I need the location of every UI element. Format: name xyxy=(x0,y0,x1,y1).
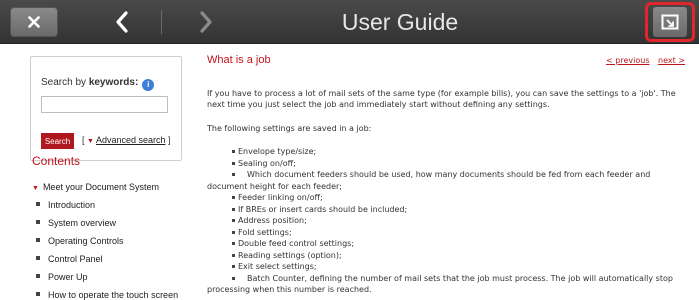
close-x-icon xyxy=(28,16,40,28)
toc-label: How to operate the touch screen xyxy=(48,290,179,300)
open-in-window-button[interactable] xyxy=(653,7,687,37)
bullet-icon xyxy=(36,238,40,242)
toc-item-power-up[interactable]: Power Up xyxy=(32,268,192,286)
pager: < previous next > xyxy=(600,56,685,65)
sidebar: Search by keywords: i Search [ ▼ Advanced… xyxy=(0,44,195,300)
toc-item-introduction[interactable]: Introduction xyxy=(32,196,192,214)
chevron-left-icon xyxy=(116,11,128,33)
back-button[interactable] xyxy=(104,4,140,40)
triangle-down-icon: ▼ xyxy=(87,138,94,145)
main-content: What is a job < previous next > If you h… xyxy=(207,54,685,300)
list-item: Feeder linking on/off; xyxy=(207,192,685,204)
bracket-close: ] xyxy=(168,135,171,145)
toc-label: Introduction xyxy=(48,200,96,210)
list-item: Reading settings (option); xyxy=(207,250,685,262)
list-item: Fold settings; xyxy=(207,227,685,239)
toc-label: Control Panel xyxy=(48,254,103,264)
bullet-icon xyxy=(36,256,40,260)
list-item: Address position; xyxy=(207,215,685,227)
bullet-icon xyxy=(36,202,40,206)
settings-intro: The following settings are saved in a jo… xyxy=(207,124,372,133)
toc-label: Meet your Document System xyxy=(42,182,159,192)
search-button[interactable]: Search xyxy=(41,133,74,149)
list-item: Exit select settings; xyxy=(207,261,685,273)
top-toolbar: User Guide xyxy=(0,0,699,44)
toc-item-operating-controls[interactable]: Operating Controls xyxy=(32,232,192,250)
list-item: Double feed control settings; xyxy=(207,238,685,250)
search-label-keywords: keywords: xyxy=(88,77,139,88)
open-external-window-icon xyxy=(661,14,679,30)
search-panel: Search by keywords: i Search [ ▼ Advanced… xyxy=(30,56,182,161)
bullet-icon xyxy=(36,220,40,224)
topic-heading: What is a job xyxy=(207,54,271,66)
toc-item-control-panel[interactable]: Control Panel xyxy=(32,250,192,268)
previous-link[interactable]: < previous xyxy=(606,56,649,65)
list-item: If BREs or insert cards should be includ… xyxy=(207,204,685,216)
advanced-search-link[interactable]: Advanced search xyxy=(96,135,166,145)
toc-label: Operating Controls xyxy=(48,236,124,246)
forward-button[interactable] xyxy=(188,4,224,40)
advanced-search: [ ▼ Advanced search ] xyxy=(82,135,171,145)
table-of-contents: ▼ Meet your Document System Introduction … xyxy=(32,178,192,300)
list-item: Envelope type/size; xyxy=(207,146,685,158)
page-title: User Guide xyxy=(341,8,459,35)
toc-item-meet-your-document-system[interactable]: ▼ Meet your Document System xyxy=(32,178,192,196)
bullet-icon xyxy=(36,292,40,296)
toc-item-touch-screen[interactable]: How to operate the touch screen xyxy=(32,286,192,300)
list-item: Which document feeders should be used, h… xyxy=(207,169,685,192)
close-button[interactable] xyxy=(10,7,58,37)
settings-list: Envelope type/size; Sealing on/off; Whic… xyxy=(207,146,685,296)
search-label: Search by keywords: i xyxy=(41,77,155,91)
toc-label: Power Up xyxy=(48,272,88,282)
toc-item-system-overview[interactable]: System overview xyxy=(32,214,192,232)
info-icon[interactable]: i xyxy=(142,79,155,91)
intro-paragraph: If you have to process a lot of mail set… xyxy=(207,89,676,109)
bullet-icon xyxy=(36,274,40,278)
contents-heading: Contents xyxy=(32,154,81,168)
list-item: Sealing on/off; xyxy=(207,158,685,170)
triangle-down-icon: ▼ xyxy=(32,185,39,192)
toc-label: System overview xyxy=(48,218,117,228)
chevron-right-icon xyxy=(200,11,212,33)
bracket-open: [ xyxy=(82,135,85,145)
search-label-prefix: Search by xyxy=(41,77,89,88)
list-item: Batch Counter, defining the number of ma… xyxy=(207,273,685,296)
next-link[interactable]: next > xyxy=(658,56,685,65)
toolbar-divider xyxy=(161,10,162,34)
search-input[interactable] xyxy=(41,96,168,113)
detach-highlight xyxy=(645,2,695,42)
